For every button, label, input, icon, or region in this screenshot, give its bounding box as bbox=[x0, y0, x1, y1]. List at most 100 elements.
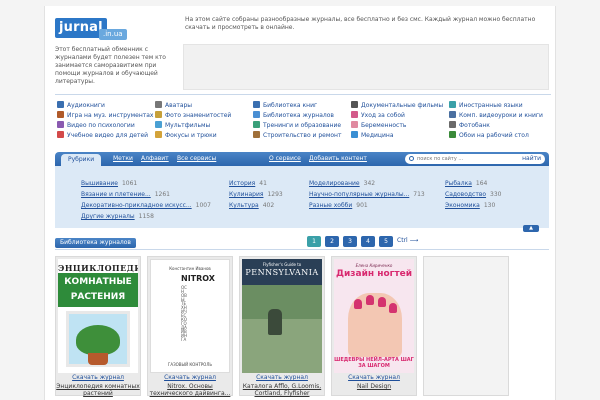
rubric-link[interactable]: Вышивание bbox=[81, 180, 118, 187]
magazine-cover[interactable]: Елена Кириченко Дизайн ногтей ШЕДЕВРЫ НЕ… bbox=[334, 259, 414, 373]
download-link[interactable]: Скачать журнал bbox=[72, 374, 124, 381]
wallpaper-icon bbox=[449, 131, 456, 138]
page-button[interactable]: 5 bbox=[379, 236, 393, 247]
magazine-title[interactable]: Каталога Afflo, G.Loomis, Cortland, Flyf… bbox=[240, 383, 324, 397]
rubric-link[interactable]: Кулинария bbox=[229, 191, 263, 198]
category-label[interactable]: Библиотека журналов bbox=[263, 112, 334, 119]
category-label[interactable]: Учебное видео для детей bbox=[67, 132, 148, 139]
download-link[interactable]: Скачать журнал bbox=[256, 374, 308, 381]
category-grid: Аудиокниги Игра на муз. инструментах Вид… bbox=[55, 94, 551, 144]
rubric-link[interactable]: Экономика bbox=[445, 202, 480, 209]
category-item[interactable]: Уход за собой bbox=[351, 111, 405, 120]
cover-main-text: PENNSYLVANIA bbox=[245, 268, 319, 277]
tab-rubrics[interactable]: Рубрики bbox=[61, 154, 102, 166]
magazine-cover[interactable]: Flyfisher's Guide to PENNSYLVANIA bbox=[242, 259, 322, 373]
add-content-link[interactable]: Добавить контент bbox=[309, 155, 367, 162]
magazine-cover[interactable]: Константин Иванов NITROX ОСНОВЫ ТЕХНИЧЕС… bbox=[150, 259, 230, 373]
cover-publisher: ГАЗОВЫЙ КОНТРОЛЬ bbox=[167, 362, 213, 367]
tab-tags[interactable]: Метки bbox=[113, 155, 133, 162]
category-item[interactable]: Строительство и ремонт bbox=[253, 131, 341, 140]
category-label[interactable]: Аудиокниги bbox=[67, 102, 105, 109]
category-label[interactable]: Игра на муз. инструментах bbox=[67, 112, 153, 119]
rubric-link[interactable]: Декоративно-прикладное искусс... bbox=[81, 202, 192, 209]
category-label[interactable]: Тренинги и образование bbox=[263, 122, 341, 129]
rubric-link[interactable]: Моделирование bbox=[309, 180, 360, 187]
category-label[interactable]: Библиотека книг bbox=[263, 102, 317, 109]
rubric-link[interactable]: Садоводство bbox=[445, 191, 486, 198]
category-label[interactable]: Фотобанк bbox=[459, 122, 490, 129]
rubric-item: Моделирование 342 bbox=[309, 180, 375, 187]
category-label[interactable]: Строительство и ремонт bbox=[263, 132, 341, 139]
category-item[interactable]: Мультфильмы bbox=[155, 121, 210, 130]
download-link[interactable]: Скачать журнал bbox=[164, 374, 216, 381]
rubrics-panel: Вышивание 1061 Вязание и плетение... 1261 … bbox=[55, 166, 549, 232]
page-button[interactable]: 3 bbox=[343, 236, 357, 247]
category-item[interactable]: Тренинги и образование bbox=[253, 121, 341, 130]
page-button[interactable]: 4 bbox=[361, 236, 375, 247]
hammer-icon bbox=[253, 131, 260, 138]
category-label[interactable]: Медицина bbox=[361, 132, 394, 139]
logo-domain-text[interactable]: .in.ua bbox=[99, 29, 127, 40]
download-link[interactable]: Скачать журнал bbox=[348, 374, 400, 381]
page-button-current[interactable]: 1 bbox=[307, 236, 321, 247]
category-item[interactable]: Медицина bbox=[351, 131, 394, 140]
collapse-up-button[interactable]: ▲ bbox=[523, 225, 539, 232]
category-label[interactable]: Комп. видеоуроки и книги bbox=[459, 112, 543, 119]
category-label[interactable]: Документальные фильмы bbox=[361, 102, 443, 109]
category-item[interactable]: Фотобанк bbox=[449, 121, 490, 130]
magazine-title[interactable]: Nitrox. Основы технического дайвинга... bbox=[148, 383, 232, 397]
rubric-link[interactable]: Другие журналы bbox=[81, 213, 135, 220]
category-label[interactable]: Уход за собой bbox=[361, 112, 405, 119]
category-label[interactable]: Фокусы и трюки bbox=[165, 132, 217, 139]
magazine-cover[interactable]: ЭНЦИКЛОПЕДИЯ КОМНАТНЫЕ РАСТЕНИЯ bbox=[58, 259, 138, 373]
rubric-link[interactable]: Разные хобби bbox=[309, 202, 352, 209]
rubric-link[interactable]: Научно-популярные журналы... bbox=[309, 191, 409, 198]
category-item[interactable]: Библиотека книг bbox=[253, 101, 317, 110]
rubric-link[interactable]: Вязание и плетение... bbox=[81, 191, 151, 198]
page-button[interactable]: 2 bbox=[325, 236, 339, 247]
rubric-link[interactable]: История bbox=[229, 180, 255, 187]
category-item[interactable]: Беременность bbox=[351, 121, 406, 130]
category-item[interactable]: Видео по психологии bbox=[57, 121, 135, 130]
rubric-count: 1158 bbox=[138, 213, 154, 220]
ctrl-label: Ctrl bbox=[397, 237, 408, 244]
tab-all-services[interactable]: Все сервисы bbox=[177, 155, 216, 162]
search-icon bbox=[409, 156, 414, 161]
category-item[interactable]: Фото знаменитостей bbox=[155, 111, 231, 120]
magazine-card[interactable]: Елена Кириченко Дизайн ногтей ШЕДЕВРЫ НЕ… bbox=[331, 256, 417, 396]
category-item[interactable]: Игра на муз. инструментах bbox=[57, 111, 153, 120]
magazine-title[interactable]: Энциклопедия комнатных растений bbox=[56, 383, 140, 397]
category-label[interactable]: Мультфильмы bbox=[165, 122, 210, 129]
category-label[interactable]: Иностранные языки bbox=[459, 102, 523, 109]
tab-alphabet[interactable]: Алфавит bbox=[141, 155, 169, 162]
site-logo[interactable]: jurnal .in.ua bbox=[55, 18, 127, 42]
magazine-card[interactable]: Flyfisher's Guide to PENNSYLVANIA Скачат… bbox=[239, 256, 325, 397]
category-item[interactable]: Библиотека журналов bbox=[253, 111, 334, 120]
download-link-wrap: Скачать журнал bbox=[332, 374, 416, 381]
category-item[interactable]: Фокусы и трюки bbox=[155, 131, 217, 140]
category-item[interactable]: Аудиокниги bbox=[57, 101, 105, 110]
category-item[interactable]: Иностранные языки bbox=[449, 101, 523, 110]
category-item[interactable]: Обои на рабочий стол bbox=[449, 131, 529, 140]
magazine-title[interactable]: Nail Design bbox=[332, 383, 416, 390]
category-label[interactable]: Фото знаменитостей bbox=[165, 112, 231, 119]
category-label[interactable]: Обои на рабочий стол bbox=[459, 132, 529, 139]
magazine-card[interactable]: Константин Иванов NITROX ОСНОВЫ ТЕХНИЧЕС… bbox=[147, 256, 233, 397]
about-service-link[interactable]: О сервисе bbox=[269, 155, 301, 162]
rubric-link[interactable]: Культура bbox=[229, 202, 259, 209]
search-input[interactable] bbox=[417, 155, 513, 163]
category-item[interactable]: Аватары bbox=[155, 101, 192, 110]
category-item[interactable]: Документальные фильмы bbox=[351, 101, 443, 110]
nail-image bbox=[389, 303, 397, 313]
rubric-count: 164 bbox=[475, 180, 488, 187]
category-label[interactable]: Аватары bbox=[165, 102, 192, 109]
magazine-card[interactable]: ЭНЦИКЛОПЕДИЯ КОМНАТНЫЕ РАСТЕНИЯ Скачать … bbox=[55, 256, 141, 397]
category-item[interactable]: Учебное видео для детей bbox=[57, 131, 148, 140]
search-button[interactable]: найти bbox=[522, 155, 541, 162]
rubric-item: Научно-популярные журналы... 713 bbox=[309, 191, 425, 198]
category-label[interactable]: Видео по психологии bbox=[67, 122, 135, 129]
category-label[interactable]: Беременность bbox=[361, 122, 406, 129]
magazine-library-button[interactable]: Библиотека журналов bbox=[55, 238, 136, 248]
category-item[interactable]: Комп. видеоуроки и книги bbox=[449, 111, 543, 120]
rubric-link[interactable]: Рыбалка bbox=[445, 180, 472, 187]
